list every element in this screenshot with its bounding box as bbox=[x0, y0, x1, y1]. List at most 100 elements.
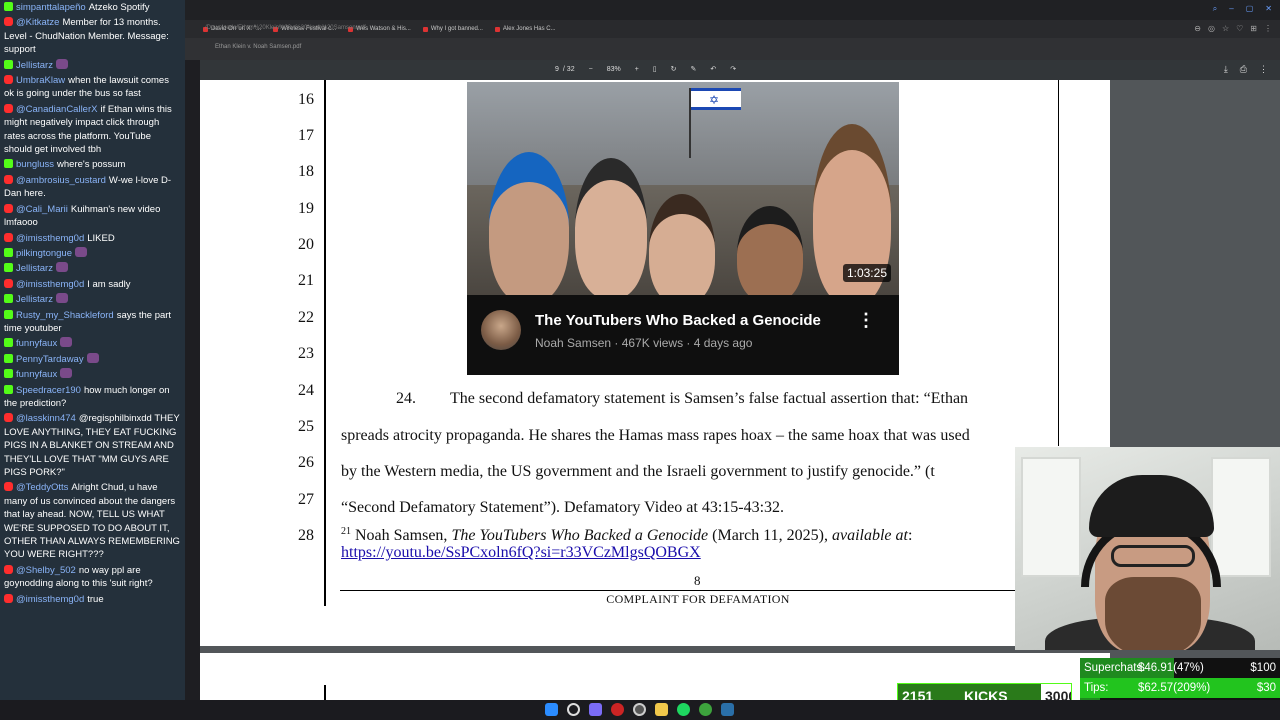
chat-message: @Kitkatze Member for 13 months. Level - C… bbox=[0, 15, 185, 57]
download-icon[interactable]: ⤓ bbox=[1224, 64, 1228, 75]
chat-text: LIKED bbox=[87, 232, 115, 244]
bookmark-item[interactable]: Alex Jones Has C... bbox=[494, 26, 556, 32]
chat-message: @imissthemg0d LIKED bbox=[0, 231, 185, 246]
kick-logo-icon bbox=[4, 2, 13, 11]
bookmark-item[interactable]: Why I got banned... bbox=[422, 26, 483, 32]
thumbnail-person bbox=[649, 194, 715, 295]
margin-rule-left bbox=[324, 80, 326, 606]
chat-username: bungluss bbox=[16, 159, 55, 171]
chat-message: Jellistarz bbox=[0, 261, 185, 276]
goal-label: Tips: bbox=[1084, 682, 1109, 694]
chat-username: @TeddyOtts bbox=[16, 482, 69, 494]
close-icon[interactable]: ✕ bbox=[1265, 4, 1272, 14]
footnote-link[interactable]: https://youtu.be/SsPCxoln6fQ?si=r33VCzMl… bbox=[341, 544, 701, 562]
emote-icon bbox=[60, 368, 73, 379]
menu-icon[interactable]: ⋮ bbox=[1264, 24, 1272, 33]
bookmark-icon bbox=[494, 26, 500, 32]
rotate-icon[interactable]: ↻ bbox=[671, 65, 677, 73]
chrome-icon[interactable] bbox=[633, 703, 646, 716]
thumbnail-person bbox=[489, 152, 569, 295]
chat-message: @imissthemg0d I am sadly bbox=[0, 277, 185, 292]
search-icon[interactable] bbox=[567, 703, 580, 716]
print-icon[interactable]: ⎙ bbox=[1240, 64, 1247, 75]
kick-logo-icon bbox=[4, 309, 13, 319]
emote-icon bbox=[55, 293, 68, 304]
video-info: The YouTubers Who Backed a Genocide Noah… bbox=[467, 295, 899, 375]
shield-icon[interactable]: ◎ bbox=[1208, 24, 1215, 33]
youtube-logo-icon bbox=[4, 564, 13, 574]
footer-rule bbox=[340, 590, 1016, 591]
chat-username: simpanttalapeño bbox=[16, 2, 86, 13]
windows-start-icon[interactable] bbox=[545, 703, 558, 716]
goal-label: Superchats: bbox=[1084, 662, 1146, 674]
discord-icon[interactable] bbox=[589, 703, 602, 716]
line-number: 20 bbox=[298, 236, 314, 253]
youtube-logo-icon bbox=[4, 75, 13, 85]
xbox-icon[interactable] bbox=[699, 703, 712, 716]
line-number: 26 bbox=[298, 454, 314, 471]
url-text[interactable]: /Downloads/Ethan%20Klein%20v.%20Noah%20S… bbox=[205, 25, 366, 31]
heart-icon[interactable]: ♡ bbox=[1236, 24, 1243, 33]
chat-username: @Shelby_502 bbox=[16, 564, 76, 576]
pdf-toolbar-center: 9 / 32 − 83% + ▯ ↻ ✎ ↶ ↷ bbox=[555, 65, 736, 74]
chat-text: Alright Chud, u have many of us convince… bbox=[4, 482, 180, 561]
margin-rule-right bbox=[1058, 80, 1059, 446]
emote-icon bbox=[60, 337, 73, 348]
chat-username: funnyfaux bbox=[16, 338, 58, 350]
search-icon[interactable]: ⌕ bbox=[1213, 4, 1217, 14]
footnote-date: (March 11, 2025), bbox=[708, 527, 832, 544]
emote-icon bbox=[86, 352, 99, 363]
zoom-out-icon[interactable]: − bbox=[589, 66, 593, 73]
maximize-icon[interactable]: ▢ bbox=[1246, 4, 1254, 14]
browser-title-bar: ⌕ – ▢ ✕ bbox=[185, 0, 1280, 20]
chat-message: @TeddyOtts Alright Chud, u have many of u… bbox=[0, 480, 185, 562]
chat-overlay: simpanttalapeño Atzeko Spotify @Kitkatze Me… bbox=[0, 0, 185, 700]
zoom-level[interactable]: 83% bbox=[607, 66, 621, 73]
minimize-icon[interactable]: – bbox=[1229, 4, 1233, 14]
chat-message: simpanttalapeño Atzeko Spotify bbox=[0, 0, 185, 15]
chat-username: Speedracer190 bbox=[16, 384, 81, 396]
screen: ⌕ – ▢ ✕ David Orr on X: "... Wireless Fe… bbox=[0, 0, 1280, 720]
line-number: 16 bbox=[298, 91, 314, 108]
embedded-video-card: ✡ 1:03:25 The YouTubers Who Backed a Gen… bbox=[467, 82, 899, 375]
zoom-in-icon[interactable]: + bbox=[635, 66, 639, 73]
line-number: 21 bbox=[298, 272, 314, 289]
zoom-icon[interactable]: ⊖ bbox=[1194, 24, 1201, 33]
footnote-mark: 21 bbox=[341, 526, 351, 537]
spotify-icon[interactable] bbox=[677, 703, 690, 716]
redo-icon[interactable]: ↷ bbox=[730, 65, 736, 73]
body-line: by the Western media, the US government … bbox=[341, 463, 935, 480]
extensions-icon[interactable]: ⊞ bbox=[1250, 24, 1257, 33]
kick-logo-icon bbox=[4, 159, 13, 169]
goal-goal: $100 bbox=[1250, 662, 1276, 674]
draw-icon[interactable]: ✎ bbox=[691, 65, 697, 73]
chat-message: @Cali_Marii Kuihman's new video lmfaooo bbox=[0, 202, 185, 231]
kick-logo-icon bbox=[4, 338, 13, 348]
youtube-logo-icon bbox=[4, 232, 13, 242]
page-current[interactable]: 9 bbox=[555, 66, 559, 73]
bookmark-star-icon[interactable]: ☆ bbox=[1222, 24, 1229, 33]
page-number: 8 bbox=[694, 573, 701, 588]
undo-icon[interactable]: ↶ bbox=[710, 65, 716, 73]
chat-message: @imissthemg0d true bbox=[0, 592, 185, 607]
file-explorer-icon[interactable] bbox=[655, 703, 668, 716]
paragraph-number: 24. bbox=[396, 390, 416, 407]
chat-username: Jellistarz bbox=[16, 294, 53, 306]
more-options-icon[interactable]: ⋮ bbox=[1259, 64, 1268, 75]
chat-username: @Kitkatze bbox=[16, 17, 60, 29]
webcam-window bbox=[1211, 457, 1271, 577]
chat-text: where's possum bbox=[57, 159, 126, 171]
chat-message: funnyfaux bbox=[0, 367, 185, 382]
chat-text: Atzeko Spotify bbox=[88, 2, 150, 13]
video-duration: 1:03:25 bbox=[842, 264, 891, 282]
chat-message: UmbraKlaw when the lawsuit comes ok is go… bbox=[0, 73, 185, 102]
chat-message: @ambrosius_custard W-we l-love D-Dan here… bbox=[0, 173, 185, 202]
pdf-tab-title[interactable]: Ethan Klein v. Noah Samsen.pdf bbox=[215, 44, 301, 50]
chat-username: @Cali_Marii bbox=[16, 203, 68, 215]
obs-icon[interactable] bbox=[611, 703, 624, 716]
youtube-logo-icon bbox=[4, 174, 13, 184]
steam-icon[interactable] bbox=[721, 703, 734, 716]
youtube-logo-icon bbox=[4, 103, 13, 113]
fit-page-icon[interactable]: ▯ bbox=[653, 65, 657, 73]
line-number: 22 bbox=[298, 309, 314, 326]
